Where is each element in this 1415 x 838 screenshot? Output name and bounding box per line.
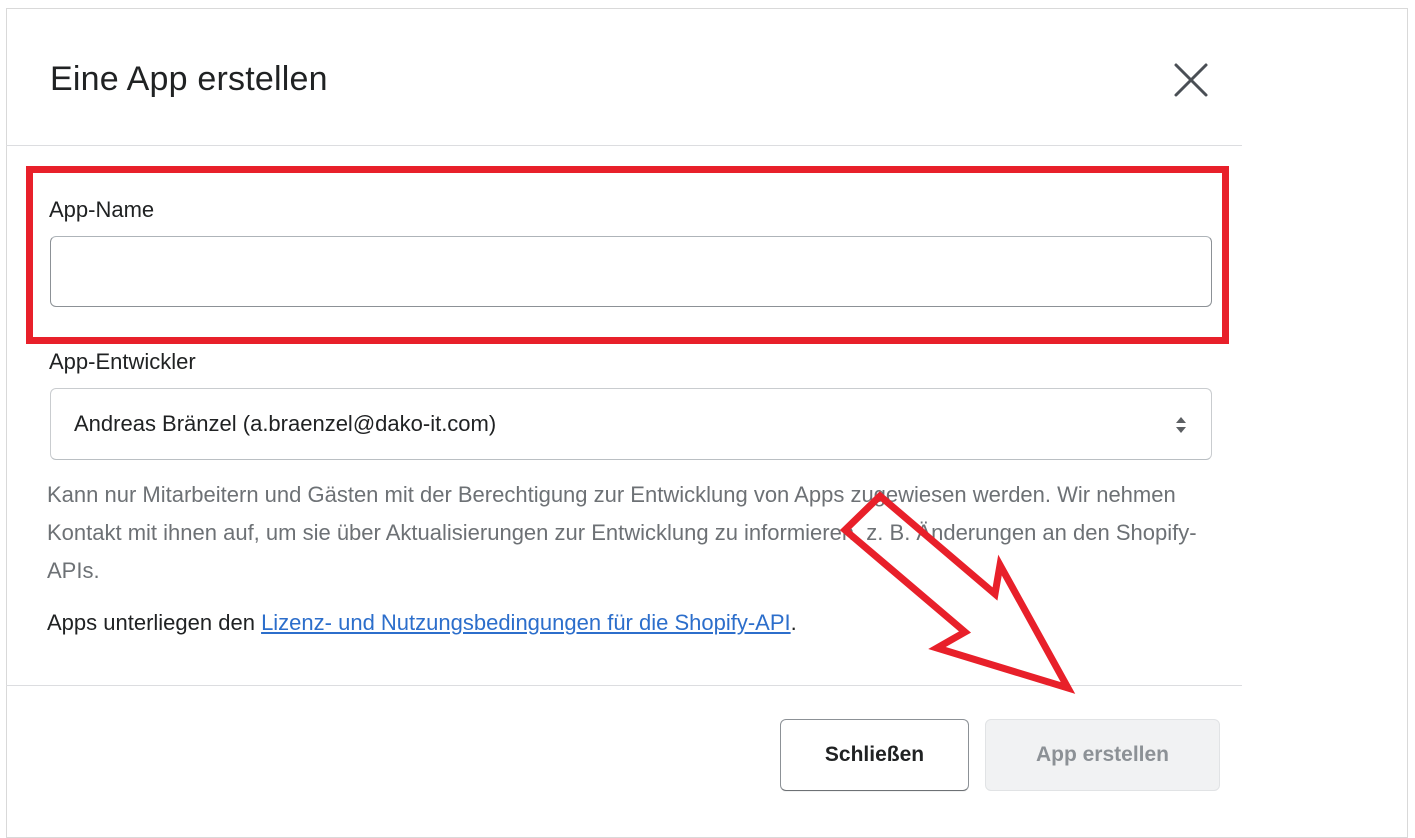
- close-icon: [1174, 63, 1208, 97]
- app-developer-selected-value: Andreas Bränzel (a.braenzel@dako-it.com): [74, 411, 497, 436]
- app-developer-select[interactable]: Andreas Bränzel (a.braenzel@dako-it.com): [50, 388, 1212, 460]
- close-dialog-button[interactable]: Schließen: [780, 719, 969, 791]
- select-arrows-icon: [1176, 417, 1186, 433]
- terms-notice: Apps unterliegen den Lizenz- und Nutzung…: [47, 610, 797, 636]
- developer-help-text: Kann nur Mitarbeitern und Gästen mit der…: [47, 482, 1197, 583]
- footer-divider: [6, 685, 1242, 686]
- create-app-button[interactable]: App erstellen: [985, 719, 1220, 791]
- app-developer-label: App-Entwickler: [49, 349, 196, 374]
- terms-link[interactable]: Lizenz- und Nutzungsbedingungen für die …: [261, 610, 791, 635]
- highlight-annotation-box: [26, 166, 1229, 344]
- modal-title: Eine App erstellen: [50, 60, 328, 98]
- terms-suffix: .: [790, 610, 797, 635]
- terms-prefix: Apps unterliegen den: [47, 610, 262, 635]
- header-divider: [6, 145, 1242, 146]
- close-button[interactable]: [1168, 57, 1214, 103]
